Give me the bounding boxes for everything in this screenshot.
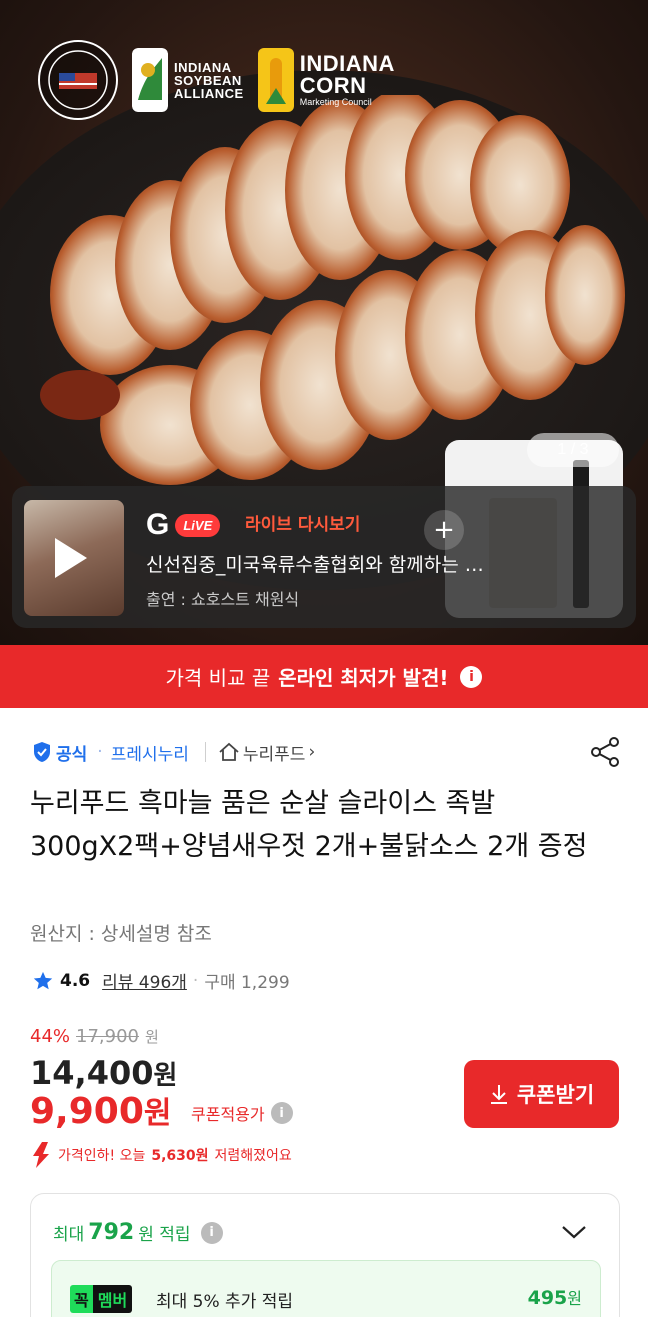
price-drop-icon [33,1142,49,1168]
g-logo: G [146,508,170,541]
logo-text: INDIANA [174,59,232,75]
home-icon [219,742,239,761]
member-points-row: 꼭 멤버 최대 5% 추가 적립 495원 [51,1260,601,1317]
max-points-suffix: 원 적립 [138,1225,191,1245]
product-origin: 원산지 : 상세설명 참조 [30,923,212,945]
promo-highlight: 온라인 최저가 발견! [278,666,449,690]
live-replay-label: 라이브 다시보기 [245,515,361,535]
rating-row: 4.6 리뷰 496개 · 구매 1,299 [32,968,290,993]
live-badge: LiVE [175,513,221,537]
member-badge: 꼭 멤버 [70,1285,133,1313]
coupon-applied-label: 쿠폰적용가 i [191,1101,293,1125]
max-points: 최대 792 원 적립 i [53,1220,223,1245]
logo-text: SOYBEAN [174,72,242,88]
download-icon [490,1085,507,1104]
price-drop-amount: 5,630원 [151,1148,209,1164]
get-coupon-button[interactable]: 쿠폰받기 [464,1060,619,1128]
help-icon[interactable]: i [200,1221,223,1244]
discount-rate: 44% [30,1026,71,1047]
price-drop-note: 가격인하! 오늘 5,630원 저렴해졌어요 [30,1140,292,1170]
usmef-logo [38,40,118,120]
logo-subtext: Marketing Council [299,97,372,107]
product-image-carousel[interactable]: INDIANA SOYBEAN ALLIANCE INDIANA CORN Ma… [0,0,648,645]
coupon-price: 9,900원 [30,1088,171,1132]
member-points-text: 최대 5% 추가 적립 [156,1292,294,1312]
currency-unit: 원 [567,1289,582,1308]
help-icon[interactable]: i [270,1102,293,1124]
live-title[interactable]: 신선집중_미국육류수출협회와 함께하는 … [146,550,606,577]
price-drop-prefix: 가격인하! 오늘 [58,1148,146,1164]
member-badge-part: 멤버 [92,1285,133,1313]
currency-unit: 원 [143,1096,172,1131]
lowest-price-banner[interactable]: 가격 비교 끝 온라인 최저가 발견! i [0,645,648,708]
logo-text: CORN [299,73,367,98]
plus-icon[interactable]: + [424,510,464,550]
sponsor-logos: INDIANA SOYBEAN ALLIANCE INDIANA CORN Ma… [38,40,395,120]
indiana-corn-logo: INDIANA CORN Marketing Council [257,48,395,112]
coupon-applied-text: 쿠폰적용가 [191,1105,265,1124]
shield-icon [34,742,50,762]
info-icon[interactable]: i [460,665,483,688]
currency-unit: 원 [145,1028,159,1046]
glive-logo: G LiVE [146,508,221,542]
store-link[interactable]: 누리푸드 › [218,740,315,765]
separator-dot: · [97,742,103,762]
promo-prefix: 가격 비교 끝 [165,666,271,690]
star-icon [33,971,53,989]
max-points-amount: 792 [88,1220,135,1245]
sale-price: 14,400원 [30,1054,177,1092]
sale-price-value: 14,400 [30,1054,154,1092]
live-thumbnail[interactable] [24,500,124,616]
discount-row: 44% 17,900 원 [30,1026,159,1047]
reviews-link[interactable]: 리뷰 496개 [102,968,187,993]
chevron-down-icon[interactable] [561,1224,587,1240]
live-host: 출연 : 쇼호스트 채원식 [146,590,300,609]
product-title: 누리푸드 흑마늘 품은 순살 슬라이스 족발 300gX2팩+양념새우젓 2개+… [30,788,588,862]
play-icon [55,538,87,578]
currency-unit: 원 [153,1061,178,1091]
rating-score: 4.6 [60,970,91,991]
live-replay-banner[interactable]: G LiVE 라이브 다시보기 + 신선집중_미국육류수출협회와 함께하는 … … [12,486,636,628]
brand-link[interactable]: 프레시누리 [111,740,189,765]
chevron-right-icon: › [308,742,316,762]
logo-text: INDIANA [299,51,395,76]
divider [204,742,206,762]
store-name: 누리푸드 [242,744,306,765]
price-drop-suffix: 저렴해졌어요 [214,1148,292,1164]
get-coupon-label: 쿠폰받기 [516,1083,595,1107]
indiana-soybean-logo: INDIANA SOYBEAN ALLIANCE [132,48,244,112]
official-label: 공식 [56,744,88,765]
member-points-amount: 495원 [528,1285,582,1309]
logo-text: ALLIANCE [174,85,244,101]
share-icon[interactable] [588,735,622,769]
separator-dot: · [192,970,199,991]
original-price: 17,900 [76,1026,139,1047]
carousel-counter: 1 / 3 [527,433,619,467]
member-points-value: 495 [527,1287,568,1309]
seller-row: 공식 · 프레시누리 누리푸드 › [32,735,622,769]
max-points-prefix: 최대 [53,1225,85,1245]
purchase-count: 구매 1,299 [204,973,290,993]
coupon-price-value: 9,900 [30,1091,144,1132]
member-badge-part: 꼭 [70,1285,93,1313]
points-card[interactable]: 최대 792 원 적립 i 꼭 멤버 최대 5% 추가 적립 495원 [30,1193,620,1317]
